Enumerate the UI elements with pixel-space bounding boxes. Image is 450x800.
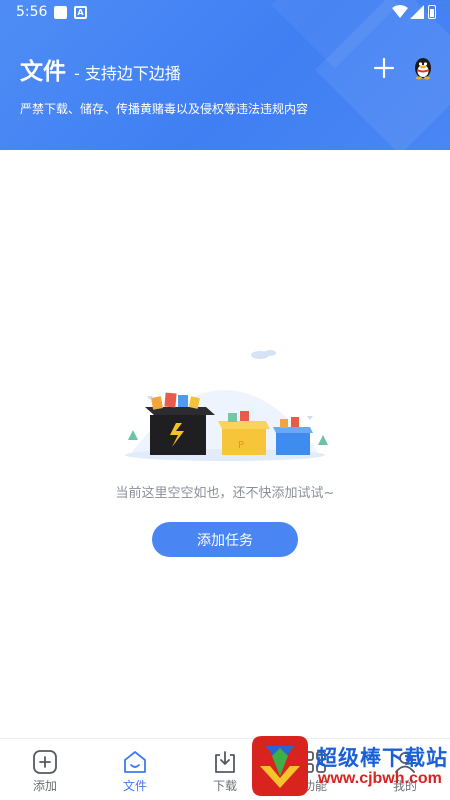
app-header: 5:56 A 文件 - 支持边下边播 严禁下载、储存、传播黄赌毒以及侵权等违法违… bbox=[0, 0, 450, 150]
add-square-icon bbox=[33, 750, 57, 774]
page-subtitle: - 支持边下边播 bbox=[74, 64, 181, 83]
watermark-text: 超级棒下载站 bbox=[316, 746, 448, 770]
page-title-row: 文件 - 支持边下边播 bbox=[20, 52, 181, 86]
download-icon bbox=[215, 751, 235, 773]
notification-icon bbox=[54, 6, 67, 19]
nav-label-files: 文件 bbox=[122, 779, 147, 793]
nav-item-files[interactable]: 文件 bbox=[105, 749, 165, 794]
svg-text:P: P bbox=[238, 440, 244, 451]
nav-item-add[interactable]: 添加 bbox=[15, 749, 75, 794]
nav-label-download: 下载 bbox=[212, 779, 237, 793]
warning-notice: 严禁下载、储存、传播黄赌毒以及侵权等违法违规内容 bbox=[20, 102, 309, 116]
status-time: 5:56 bbox=[16, 4, 48, 20]
add-icon[interactable] bbox=[372, 56, 396, 80]
nav-item-download[interactable]: 下载 bbox=[195, 749, 255, 794]
signal-icon bbox=[410, 5, 424, 19]
nav-label-add: 添加 bbox=[32, 779, 57, 793]
empty-boxes-illustration: P bbox=[125, 350, 328, 461]
qq-penguin-icon[interactable] bbox=[412, 56, 434, 80]
battery-icon bbox=[428, 5, 436, 19]
watermark-logo bbox=[252, 736, 308, 796]
add-task-button[interactable]: 添加任务 bbox=[152, 522, 298, 557]
wifi-icon bbox=[392, 5, 408, 18]
home-icon bbox=[124, 751, 146, 773]
empty-state-message: 当前这里空空如也，还不快添加试试~ bbox=[115, 486, 335, 501]
page-title: 文件 bbox=[20, 59, 66, 85]
watermark-url: www.cjbwh.com bbox=[318, 770, 442, 787]
app-notification-icon: A bbox=[74, 6, 87, 19]
status-bar: 5:56 A bbox=[0, 0, 450, 26]
